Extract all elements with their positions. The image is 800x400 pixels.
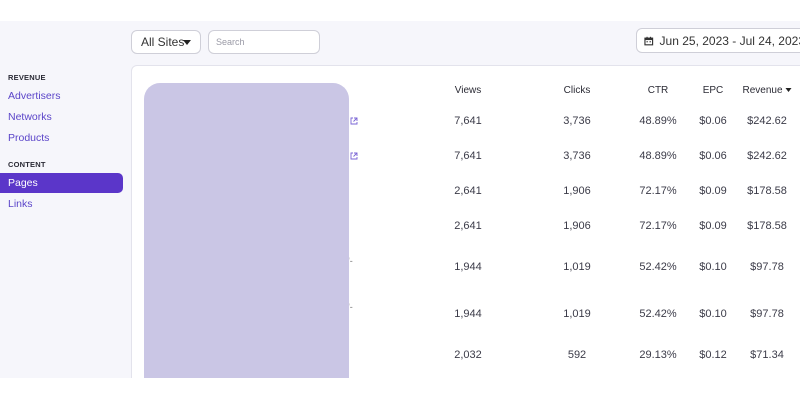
cell-epc: $0.10 [699, 261, 727, 273]
external-link-icon[interactable] [350, 152, 358, 160]
cell-epc: $0.09 [699, 220, 727, 232]
sidebar-item-networks[interactable]: Networks [0, 107, 123, 127]
cell-clicks: 592 [567, 349, 587, 361]
date-range-label: Jun 25, 2023 - Jul 24, 2023 [659, 33, 800, 48]
sites-dropdown[interactable]: All Sites [131, 30, 201, 54]
redacted-region [144, 83, 349, 378]
cell-epc: $0.06 [699, 150, 727, 162]
sidebar-section-revenue: REVENUE [8, 73, 46, 82]
cell-clicks: 3,736 [563, 115, 591, 127]
cell-views: 7,641 [454, 150, 482, 162]
sidebar-item-pages[interactable]: Pages [0, 173, 123, 193]
cell-revenue: $71.34 [750, 349, 784, 361]
cell-views: 2,641 [454, 220, 482, 232]
sort-desc-icon [785, 88, 792, 93]
cell-ctr: 52.42% [639, 261, 677, 273]
cell-clicks: 1,019 [563, 261, 591, 273]
cell-epc: $0.10 [699, 308, 727, 320]
cell-views: 2,032 [454, 349, 482, 361]
search-input[interactable] [208, 30, 320, 54]
column-header-epc[interactable]: EPC [703, 85, 724, 96]
date-range-picker[interactable]: Jun 25, 2023 - Jul 24, 2023 [636, 28, 800, 53]
column-header-revenue[interactable]: Revenue [742, 85, 792, 96]
cell-ctr: 29.13% [639, 349, 677, 361]
sidebar-section-content: CONTENT [8, 160, 46, 169]
cell-epc: $0.09 [699, 185, 727, 197]
cell-clicks: 1,906 [563, 185, 591, 197]
cell-clicks: 1,019 [563, 308, 591, 320]
cell-ctr: 48.89% [639, 115, 677, 127]
cell-revenue: $178.58 [747, 220, 787, 232]
sidebar-item-advertisers[interactable]: Advertisers [0, 86, 123, 106]
cell-views: 1,944 [454, 261, 482, 273]
cell-revenue: $178.58 [747, 185, 787, 197]
cell-views: 7,641 [454, 115, 482, 127]
sidebar-item-links[interactable]: Links [0, 194, 123, 214]
cell-revenue: $97.78 [750, 308, 784, 320]
cell-ctr: 48.89% [639, 150, 677, 162]
app-window: All Sites Jun 25, 2023 - Jul 24, 2023 RE… [0, 21, 800, 378]
cell-revenue: $242.62 [747, 150, 787, 162]
cell-ctr: 72.17% [639, 185, 677, 197]
cell-epc: $0.06 [699, 115, 727, 127]
column-header-ctr[interactable]: CTR [648, 85, 669, 96]
cell-ctr: 52.42% [639, 308, 677, 320]
sites-dropdown-label: All Sites [141, 35, 185, 49]
cell-views: 2,641 [454, 185, 482, 197]
external-link-icon[interactable] [350, 117, 358, 125]
cell-views: 1,944 [454, 308, 482, 320]
cell-ctr: 72.17% [639, 220, 677, 232]
column-header-views[interactable]: Views [455, 85, 482, 96]
column-header-clicks[interactable]: Clicks [564, 85, 591, 96]
caret-down-icon [183, 40, 191, 45]
calendar-icon [644, 36, 654, 45]
sidebar-item-products[interactable]: Products [0, 128, 123, 148]
cell-revenue: $242.62 [747, 115, 787, 127]
cell-epc: $0.12 [699, 349, 727, 361]
cell-revenue: $97.78 [750, 261, 784, 273]
cell-clicks: 1,906 [563, 220, 591, 232]
cell-clicks: 3,736 [563, 150, 591, 162]
